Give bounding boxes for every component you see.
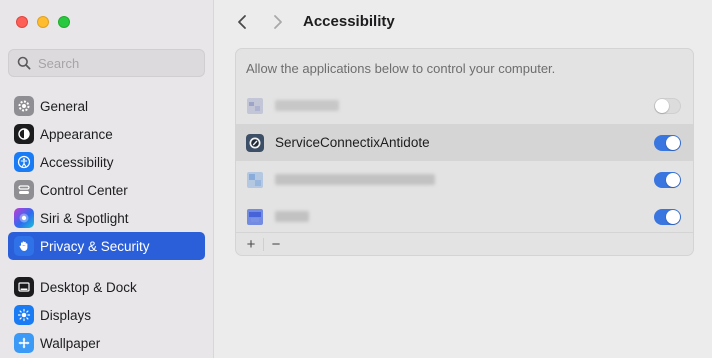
main-content: Accessibility Allow the applications bel… <box>215 0 712 358</box>
app-row[interactable] <box>236 161 693 198</box>
sidebar-section-gap <box>8 260 205 273</box>
panel-footer: + − <box>236 232 693 255</box>
redacted-app-icon <box>247 97 263 114</box>
sidebar-item-desktop-dock[interactable]: Desktop & Dock <box>8 273 205 301</box>
displays-icon <box>14 305 34 325</box>
siri-icon <box>14 208 34 228</box>
window-controls <box>16 16 70 28</box>
sidebar-item-privacy-security[interactable]: Privacy & Security <box>8 232 205 260</box>
accessibility-apps-panel: Allow the applications below to control … <box>235 48 694 256</box>
search-field[interactable] <box>8 49 205 77</box>
sidebar-item-label: Appearance <box>40 126 113 142</box>
redacted-app-icon <box>247 171 263 188</box>
sidebar-item-wallpaper[interactable]: Wallpaper <box>8 329 205 357</box>
app-toggle-switch[interactable] <box>654 209 681 225</box>
sidebar-item-label: Accessibility <box>40 154 114 170</box>
app-row[interactable] <box>236 87 693 124</box>
sidebar: General Appearance Accessibility Control… <box>0 0 214 358</box>
redacted-app-icon <box>247 208 263 225</box>
chevron-left-icon <box>238 15 246 29</box>
sidebar-item-label: Privacy & Security <box>40 238 150 254</box>
redacted-app-name <box>275 211 309 222</box>
gear-icon <box>14 96 34 116</box>
back-button[interactable] <box>231 11 253 33</box>
appearance-icon <box>14 124 34 144</box>
sidebar-item-control-center[interactable]: Control Center <box>8 176 205 204</box>
wallpaper-icon <box>14 333 34 353</box>
app-toggle-switch[interactable] <box>654 135 681 151</box>
toggle-knob <box>666 136 680 150</box>
minimize-window-button[interactable] <box>37 16 49 28</box>
accessibility-icon <box>14 152 34 172</box>
sidebar-item-general[interactable]: General <box>8 92 205 120</box>
sidebar-item-label: Control Center <box>40 182 128 198</box>
add-app-button[interactable]: + <box>242 235 260 253</box>
dock-icon <box>14 277 34 297</box>
sidebar-item-label: Displays <box>40 307 92 323</box>
hand-icon <box>14 236 34 256</box>
toggle-knob <box>655 99 669 113</box>
control-center-icon <box>14 180 34 200</box>
sidebar-item-accessibility[interactable]: Accessibility <box>8 148 205 176</box>
panel-description: Allow the applications below to control … <box>246 60 556 76</box>
sidebar-nav: General Appearance Accessibility Control… <box>8 92 205 357</box>
sidebar-item-appearance[interactable]: Appearance <box>8 120 205 148</box>
close-window-button[interactable] <box>16 16 28 28</box>
app-row-selected[interactable]: ServiceConnectixAntidote <box>236 124 693 161</box>
toggle-knob <box>666 173 680 187</box>
footer-divider <box>263 237 264 251</box>
forward-button[interactable] <box>267 11 289 33</box>
zoom-window-button[interactable] <box>58 16 70 28</box>
sidebar-item-label: Desktop & Dock <box>40 279 137 295</box>
redacted-app-name <box>275 100 339 111</box>
toggle-knob <box>666 210 680 224</box>
search-icon <box>17 56 31 70</box>
app-name: ServiceConnectixAntidote <box>275 135 430 150</box>
sidebar-item-label: General <box>40 98 89 114</box>
app-toggle-switch[interactable] <box>654 98 681 114</box>
remove-app-button[interactable]: − <box>267 235 285 253</box>
app-toggle-switch[interactable] <box>654 172 681 188</box>
app-row[interactable] <box>236 198 693 235</box>
sidebar-item-displays[interactable]: Displays <box>8 301 205 329</box>
redacted-app-name <box>275 174 435 185</box>
sidebar-item-siri-spotlight[interactable]: Siri & Spotlight <box>8 204 205 232</box>
service-connectix-antidote-icon <box>246 133 264 152</box>
page-title: Accessibility <box>303 13 395 30</box>
sidebar-item-label: Wallpaper <box>40 335 101 351</box>
chevron-right-icon <box>274 15 282 29</box>
search-input[interactable] <box>38 55 188 71</box>
sidebar-item-label: Siri & Spotlight <box>40 210 129 226</box>
